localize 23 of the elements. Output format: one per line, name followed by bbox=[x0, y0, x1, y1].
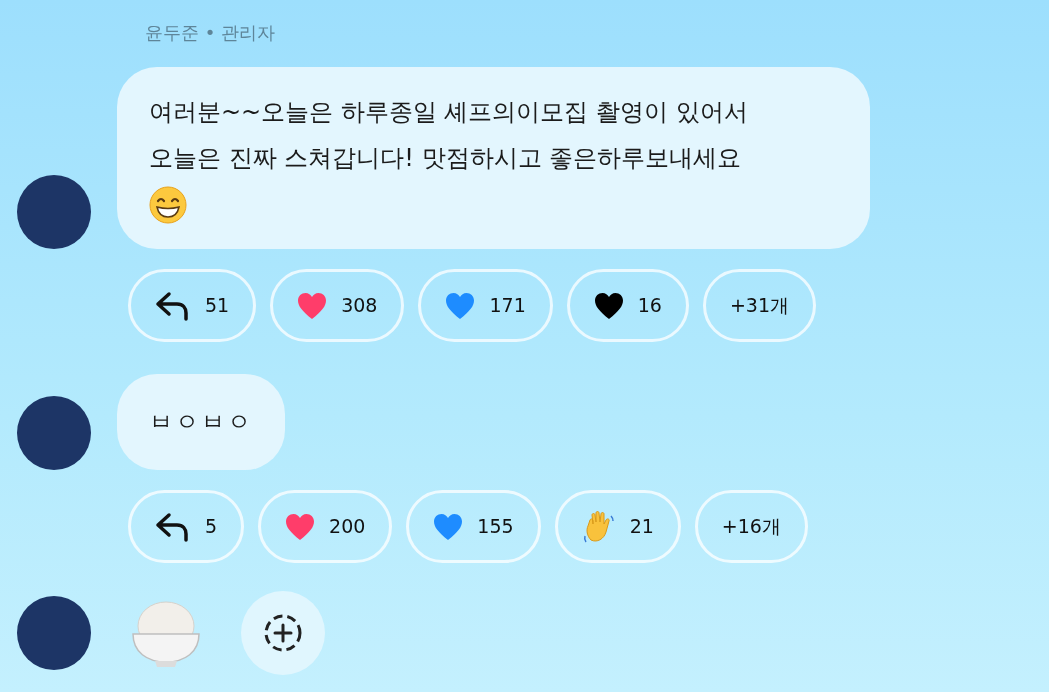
reaction-button[interactable]: 200 bbox=[258, 490, 393, 563]
reaction-button[interactable]: 16 bbox=[566, 269, 689, 342]
grinning-face-icon bbox=[149, 186, 187, 224]
more-reactions-button[interactable]: +16개 bbox=[694, 490, 808, 563]
heart-icon bbox=[593, 291, 624, 320]
message-bubble: ㅂㅇㅂㅇ bbox=[117, 374, 285, 470]
more-reactions-button[interactable]: +31개 bbox=[702, 269, 816, 342]
reaction-button[interactable]: 155 bbox=[406, 490, 541, 563]
waving-hand-icon bbox=[581, 509, 616, 544]
heart-icon bbox=[445, 291, 476, 320]
message-bubble: 여러분~~오늘은 하루종일 셰프의이모집 촬영이 있어서 오늘은 진짜 스쳐갑니다! 맛점하시고 좋은하루보내세요 bbox=[117, 67, 870, 249]
reply-button[interactable]: 51 bbox=[128, 269, 257, 342]
heart-icon bbox=[297, 291, 328, 320]
sender-label: 윤두준 • 관리자 bbox=[145, 21, 277, 45]
reply-button[interactable]: 5 bbox=[128, 490, 245, 563]
heart-icon bbox=[433, 512, 464, 541]
reply-icon bbox=[155, 290, 191, 321]
reaction-button[interactable]: 308 bbox=[270, 269, 405, 342]
reply-icon bbox=[155, 511, 191, 542]
heart-icon bbox=[285, 512, 316, 541]
reaction-button[interactable]: 21 bbox=[554, 490, 681, 563]
add-emoji-icon bbox=[262, 612, 304, 654]
reaction-button[interactable]: 171 bbox=[418, 269, 553, 342]
